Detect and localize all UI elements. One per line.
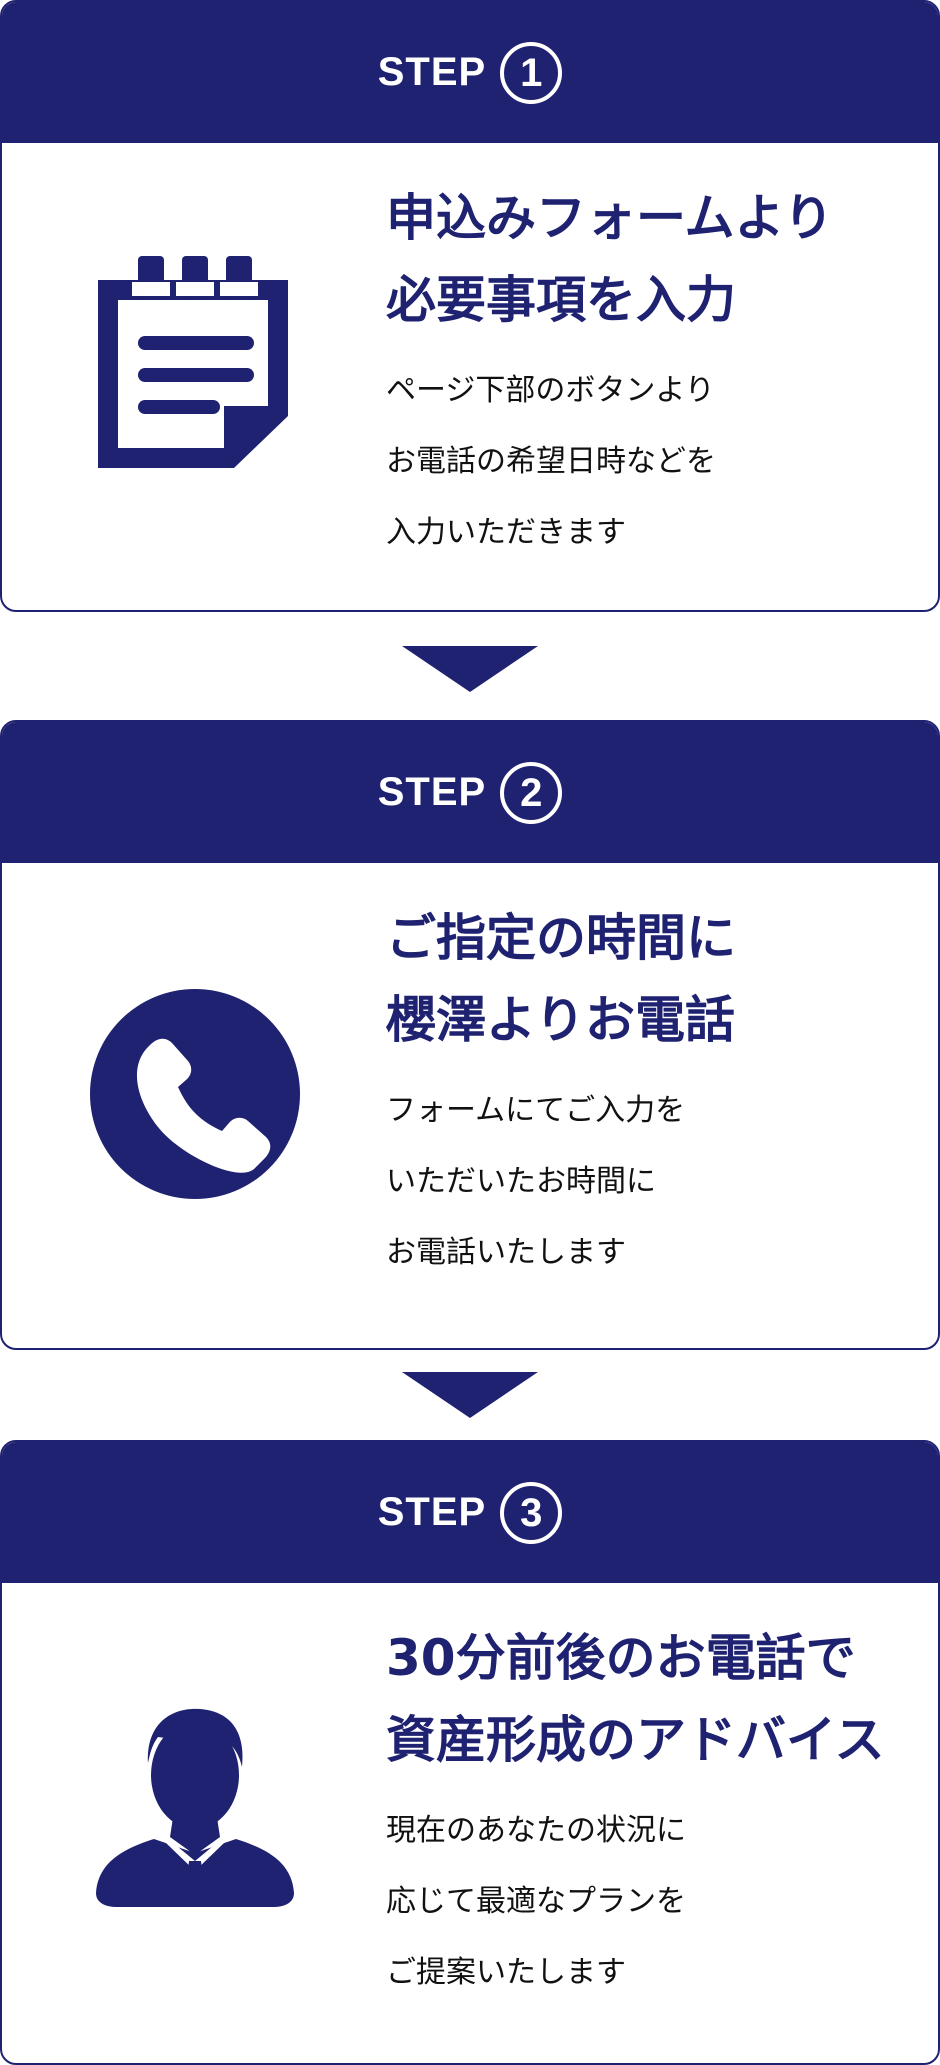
step-title-line: 櫻澤よりお電話 (386, 991, 735, 1049)
step-card-3: STEP 3 30分前後のお電話で 資産形成のアドバイス 現在のあなたの状況に … (0, 1440, 940, 2065)
step-body-3: 30分前後のお電話で 資産形成のアドバイス 現在のあなたの状況に 応じて最適なプ… (2, 1583, 938, 2063)
step-label: STEP (377, 770, 487, 814)
step-desc-line: フォームにてご入力を (386, 1093, 686, 1128)
step-title: ご指定の時間に 櫻澤よりお電話 (386, 897, 914, 1061)
step-title: 申込みフォームより 必要事項を入力 (386, 177, 914, 341)
phone-icon (88, 987, 302, 1201)
down-arrow-icon (402, 646, 538, 692)
step-desc-line: お電話いたします (386, 1235, 626, 1270)
step-desc-line: 応じて最適なプランを (386, 1884, 686, 1919)
step-desc-line: お電話の希望日時などを (386, 444, 716, 479)
step-desc-line: ページ下部のボタンより (386, 373, 715, 408)
step-body-2: ご指定の時間に 櫻澤よりお電話 フォームにてご入力を いただいたお時間に お電話… (2, 863, 938, 1348)
step-number-badge: 2 (500, 761, 563, 824)
step-header-1: STEP 1 (2, 2, 938, 143)
step-text-2: ご指定の時間に 櫻澤よりお電話 フォームにてご入力を いただいたお時間に お電話… (386, 897, 914, 1288)
step-title-line: 申込みフォームより (386, 189, 834, 247)
notepad-icon (88, 256, 302, 470)
step-number-badge: 1 (500, 41, 563, 104)
step-desc-line: 現在のあなたの状況に (386, 1813, 686, 1848)
step-desc-line: ご提案いたします (386, 1955, 626, 1990)
step-card-1: STEP 1 申込みフォームより 必要事項を入力 ページ下部のボタンより お電話… (0, 0, 940, 612)
step-text-3: 30分前後のお電話で 資産形成のアドバイス 現在のあなたの状況に 応じて最適なプ… (386, 1617, 914, 2008)
advisor-person-icon (88, 1693, 302, 1907)
step-body-1: 申込みフォームより 必要事項を入力 ページ下部のボタンより お電話の希望日時など… (2, 143, 938, 610)
step-title-line: ご指定の時間に (386, 909, 736, 967)
step-title-line: 30分前後のお電話で (386, 1629, 856, 1687)
step-description: 現在のあなたの状況に 応じて最適なプランを ご提案いたします (386, 1795, 914, 2008)
step-title-line: 必要事項を入力 (386, 271, 736, 329)
step-label: STEP (377, 1490, 487, 1534)
step-text-1: 申込みフォームより 必要事項を入力 ページ下部のボタンより お電話の希望日時など… (386, 177, 914, 568)
step-flow: STEP 1 申込みフォームより 必要事項を入力 ページ下部のボタンより お電話… (0, 0, 940, 2065)
down-arrow-icon (402, 1372, 538, 1418)
step-header-3: STEP 3 (2, 1442, 938, 1583)
step-number-badge: 3 (500, 1481, 563, 1544)
step-card-2: STEP 2 ご指定の時間に 櫻澤よりお電話 フォームにてご入力を いただいたお… (0, 720, 940, 1350)
step-desc-line: いただいたお時間に (386, 1164, 656, 1199)
step-description: フォームにてご入力を いただいたお時間に お電話いたします (386, 1075, 914, 1288)
step-label: STEP (377, 50, 487, 94)
step-title-line: 資産形成のアドバイス (386, 1711, 885, 1769)
step-desc-line: 入力いただきます (386, 515, 626, 550)
step-title: 30分前後のお電話で 資産形成のアドバイス (386, 1617, 914, 1781)
step-header-2: STEP 2 (2, 722, 938, 863)
step-description: ページ下部のボタンより お電話の希望日時などを 入力いただきます (386, 355, 914, 568)
